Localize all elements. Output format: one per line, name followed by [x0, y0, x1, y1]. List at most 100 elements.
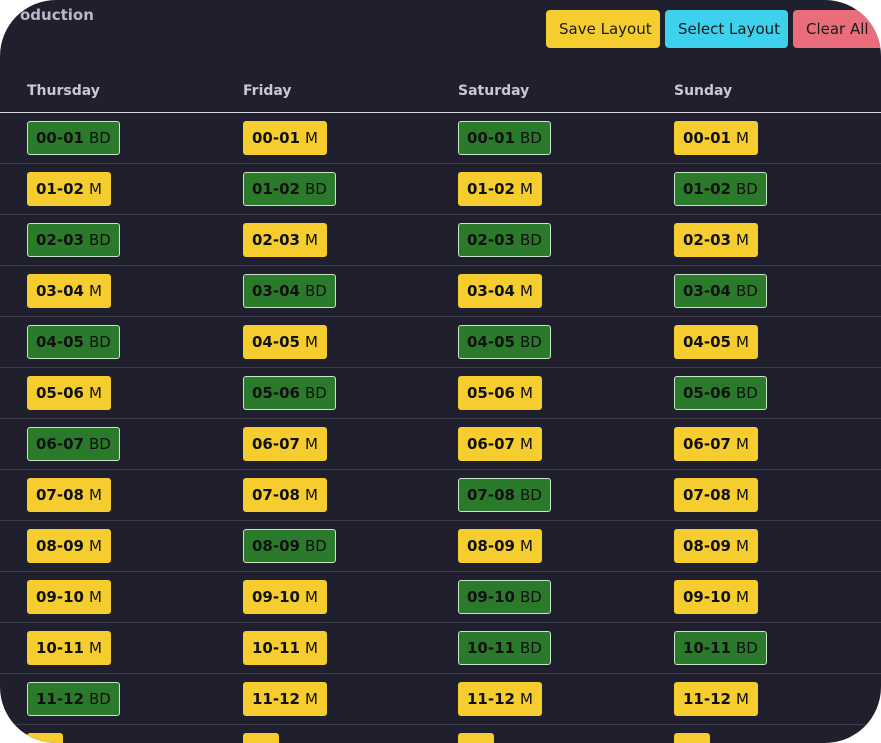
slot-chip-bd[interactable]: 02-03 BD	[458, 223, 551, 257]
slot-chip-m[interactable]: 07-08 M	[27, 478, 111, 512]
slot-chip-bd[interactable]: 05-06 BD	[243, 376, 336, 410]
slot-chip-m[interactable]: 03-04 M	[458, 274, 542, 308]
schedule-row: 05-06 M 05-06 BD 05-06 M 05-06 BD	[0, 368, 881, 419]
schedule-cell-saturday: 03-04 M	[458, 274, 542, 308]
slot-chip-m[interactable]: M	[27, 733, 63, 743]
slot-chip-m[interactable]: 07-08 M	[674, 478, 758, 512]
slot-type: BD	[519, 588, 542, 606]
save-layout-button[interactable]: Save Layout	[546, 10, 660, 48]
slot-chip-bd[interactable]: 00-01 BD	[27, 121, 120, 155]
slot-type: M	[304, 129, 318, 147]
slot-range: 01-02	[252, 180, 300, 198]
slot-chip-m[interactable]: 06-07 M	[243, 427, 327, 461]
slot-type: M	[88, 486, 102, 504]
slot-type: BD	[88, 231, 111, 249]
slot-chip-m[interactable]: M	[458, 733, 494, 743]
slot-chip-m[interactable]: 01-02 M	[27, 172, 111, 206]
slot-chip-m[interactable]: 11-12 M	[243, 682, 327, 716]
slot-chip-bd[interactable]: 09-10 BD	[458, 580, 551, 614]
slot-chip-m[interactable]: 11-12 M	[674, 682, 758, 716]
slot-chip-m[interactable]: 02-03 M	[674, 223, 758, 257]
schedule-cell-saturday: 10-11 BD	[458, 631, 551, 665]
slot-chip-m[interactable]: 00-01 M	[243, 121, 327, 155]
slot-chip-m[interactable]: 07-08 M	[243, 478, 327, 512]
slot-chip-m[interactable]: 10-11 M	[243, 631, 327, 665]
slot-chip-bd[interactable]: 04-05 BD	[458, 325, 551, 359]
schedule-cell-sunday: 11-12 M	[674, 682, 758, 716]
slot-range: 02-03	[36, 231, 84, 249]
slot-type: M	[88, 384, 102, 402]
slot-range: 01-02	[683, 180, 731, 198]
slot-range: 03-04	[683, 282, 731, 300]
schedule-cell-thursday: M	[27, 733, 63, 743]
slot-range: 07-08	[467, 486, 515, 504]
slot-range: 11-12	[36, 690, 84, 708]
schedule-cell-sunday: 05-06 BD	[674, 376, 767, 410]
slot-range: 05-06	[683, 384, 731, 402]
slot-chip-m[interactable]: 04-05 M	[674, 325, 758, 359]
schedule-cell-friday: 07-08 M	[243, 478, 327, 512]
toolbar: Save Layout Select Layout Clear All	[546, 10, 881, 48]
slot-chip-bd[interactable]: 00-01 BD	[458, 121, 551, 155]
slot-chip-bd[interactable]: 07-08 BD	[458, 478, 551, 512]
slot-chip-m[interactable]: 06-07 M	[458, 427, 542, 461]
slot-chip-bd[interactable]: 04-05 BD	[27, 325, 120, 359]
slot-type: M	[735, 486, 749, 504]
slot-chip-m[interactable]: 06-07 M	[674, 427, 758, 461]
slot-chip-m[interactable]: M	[674, 733, 710, 743]
slot-chip-m[interactable]: 01-02 M	[458, 172, 542, 206]
slot-chip-m[interactable]: 10-11 M	[27, 631, 111, 665]
schedule-cell-thursday: 00-01 BD	[27, 121, 120, 155]
slot-chip-m[interactable]: 08-09 M	[27, 529, 111, 563]
slot-chip-m[interactable]: 03-04 M	[27, 274, 111, 308]
slot-range: 06-07	[36, 435, 84, 453]
slot-chip-m[interactable]: 08-09 M	[674, 529, 758, 563]
slot-chip-bd[interactable]: 06-07 BD	[27, 427, 120, 461]
slot-type: M	[735, 333, 749, 351]
schedule-row: 08-09 M 08-09 BD 08-09 M 08-09 M	[0, 521, 881, 572]
slot-chip-bd[interactable]: 10-11 BD	[674, 631, 767, 665]
column-header-saturday: Saturday	[458, 83, 530, 99]
slot-range: 00-01	[467, 129, 515, 147]
slot-chip-bd[interactable]: 03-04 BD	[674, 274, 767, 308]
slot-chip-m[interactable]: 11-12 M	[458, 682, 542, 716]
slot-range: 09-10	[683, 588, 731, 606]
schedule-cell-friday: M	[243, 733, 279, 743]
clear-all-button[interactable]: Clear All	[793, 10, 881, 48]
slot-chip-m[interactable]: 00-01 M	[674, 121, 758, 155]
slot-type: M	[519, 384, 533, 402]
column-header-friday: Friday	[243, 83, 292, 99]
slot-range: 04-05	[467, 333, 515, 351]
slot-chip-bd[interactable]: 03-04 BD	[243, 274, 336, 308]
slot-chip-m[interactable]: M	[243, 733, 279, 743]
schedule-cell-friday: 09-10 M	[243, 580, 327, 614]
schedule-cell-sunday: 02-03 M	[674, 223, 758, 257]
slot-chip-m[interactable]: 08-09 M	[458, 529, 542, 563]
slot-chip-bd[interactable]: 08-09 BD	[243, 529, 336, 563]
slot-range: 06-07	[683, 435, 731, 453]
slot-chip-m[interactable]: 04-05 M	[243, 325, 327, 359]
slot-chip-bd[interactable]: 02-03 BD	[27, 223, 120, 257]
slot-type: BD	[519, 333, 542, 351]
slot-chip-bd[interactable]: 01-02 BD	[243, 172, 336, 206]
slot-chip-m[interactable]: 05-06 M	[458, 376, 542, 410]
slot-chip-m[interactable]: 05-06 M	[27, 376, 111, 410]
slot-chip-bd[interactable]: 05-06 BD	[674, 376, 767, 410]
slot-type: BD	[88, 333, 111, 351]
slot-type: M	[735, 435, 749, 453]
slot-chip-bd[interactable]: 10-11 BD	[458, 631, 551, 665]
slot-chip-m[interactable]: 09-10 M	[243, 580, 327, 614]
schedule-cell-friday: 08-09 BD	[243, 529, 336, 563]
slot-range: 07-08	[683, 486, 731, 504]
slot-chip-m[interactable]: 09-10 M	[674, 580, 758, 614]
slot-chip-bd[interactable]: 01-02 BD	[674, 172, 767, 206]
schedule-row: 03-04 M 03-04 BD 03-04 M 03-04 BD	[0, 266, 881, 317]
slot-type: M	[304, 231, 318, 249]
slot-range: 03-04	[252, 282, 300, 300]
schedule-cell-saturday: 01-02 M	[458, 172, 542, 206]
slot-chip-bd[interactable]: 11-12 BD	[27, 682, 120, 716]
slot-chip-m[interactable]: 02-03 M	[243, 223, 327, 257]
slot-range: 05-06	[252, 384, 300, 402]
slot-chip-m[interactable]: 09-10 M	[27, 580, 111, 614]
select-layout-button[interactable]: Select Layout	[665, 10, 788, 48]
